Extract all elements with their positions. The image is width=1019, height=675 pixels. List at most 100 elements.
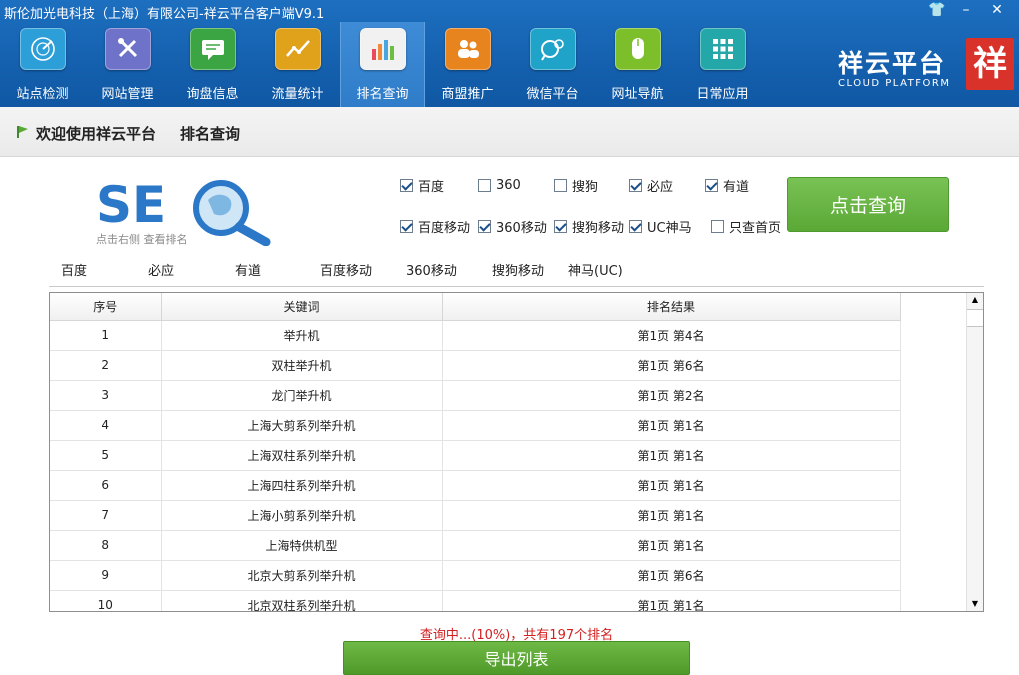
checkbox-label: 有道 — [723, 179, 750, 195]
tab-bing[interactable]: 必应 — [134, 258, 216, 286]
tab-baidu-mobile[interactable]: 百度移动 — [306, 258, 386, 286]
skin-icon[interactable]: 👕 — [926, 2, 948, 20]
checkbox-bing[interactable]: 必应 — [629, 176, 673, 195]
checkbox-label: 360移动 — [496, 220, 547, 236]
window-title: 斯伦加光电科技（上海）有限公司-祥云平台客户端V9.1 — [4, 7, 325, 22]
tab-baidu[interactable]: 百度 — [49, 258, 129, 286]
nav-item-site-manage[interactable]: 网站管理 — [85, 22, 170, 107]
cell-result: 第1页 第1名 — [442, 530, 901, 561]
nav-item-daily-apps[interactable]: 日常应用 — [680, 22, 765, 107]
checkbox-box[interactable] — [478, 219, 491, 233]
checkbox-box[interactable] — [711, 219, 724, 233]
checkbox-sogou[interactable]: 搜狗 — [554, 176, 599, 195]
scroll-thumb[interactable] — [967, 309, 983, 327]
app-header: 斯伦加光电科技（上海）有限公司-祥云平台客户端V9.1 👕 – ✕ 站点检测 网… — [0, 0, 1019, 107]
brand-logo: 祥云平台 CLOUD PLATFORM — [838, 44, 950, 89]
ranking-table: 序号 关键词 排名结果 1 举升机 第1页 第4名 2 双柱举升机 第1页 第6名 3龙… — [49, 292, 984, 612]
brand-english: CLOUD PLATFORM — [838, 78, 951, 89]
cell-keyword: 上海特供机型 — [161, 530, 443, 561]
query-button[interactable]: 点击查询 — [787, 177, 949, 232]
nav-label: 商盟推广 — [441, 87, 494, 102]
checkbox-box[interactable] — [554, 219, 567, 233]
checkbox-360[interactable]: 360 — [478, 176, 521, 194]
checkbox-box[interactable] — [705, 178, 718, 192]
minimize-button[interactable]: – — [955, 2, 977, 20]
tools-icon — [104, 28, 151, 70]
nav-label: 询盘信息 — [186, 87, 239, 102]
cell-index: 9 — [50, 560, 162, 591]
table-row[interactable]: 3 龙门举升机 第1页 第2名 — [50, 380, 901, 411]
checkbox-box[interactable] — [478, 178, 491, 192]
table-header-row: 序号 关键词 排名结果 — [50, 293, 901, 321]
checkbox-box[interactable] — [400, 178, 413, 192]
checkbox-box[interactable] — [400, 219, 413, 233]
cell-result: 第1页 第1名 — [442, 500, 901, 531]
close-button[interactable]: ✕ — [986, 2, 1008, 20]
cell-keyword: 北京大剪系列举升机 — [161, 560, 443, 591]
cell-index: 1 — [50, 320, 162, 351]
table-row[interactable]: 4 上海大剪系列举升机 第1页 第1名 — [50, 410, 901, 441]
checkbox-uc-shenma[interactable]: UC神马 — [629, 217, 692, 236]
table-row[interactable]: 9 北京大剪系列举升机 第1页 第6名 — [50, 560, 901, 591]
checkbox-box[interactable] — [629, 178, 642, 192]
export-button[interactable]: 导出列表 — [343, 641, 690, 675]
cell-result: 第1页 第1名 — [442, 470, 901, 501]
nav-item-traffic[interactable]: 流量统计 — [255, 22, 340, 107]
table-row[interactable]: 10 北京双柱系列举升机 第1页 第1名 — [50, 590, 901, 611]
table-row[interactable]: 8 上海特供机型 第1页 第1名 — [50, 530, 901, 561]
tab-label: 有道 — [235, 264, 262, 279]
nav-item-inquiry[interactable]: 询盘信息 — [170, 22, 255, 107]
cell-keyword: 上海四柱系列举升机 — [161, 470, 443, 501]
radar-icon — [19, 28, 66, 70]
cell-result: 第1页 第4名 — [442, 320, 901, 351]
table-row[interactable]: 2 双柱举升机 第1页 第6名 — [50, 350, 901, 381]
table-row[interactable]: 1 举升机 第1页 第4名 — [50, 320, 901, 351]
table-row[interactable]: 6 上海四柱系列举升机 第1页 第1名 — [50, 470, 901, 501]
header-keyword[interactable]: 关键词 — [161, 293, 443, 321]
cell-result: 第1页 第1名 — [442, 440, 901, 471]
checkbox-box[interactable] — [554, 178, 567, 192]
table-row[interactable]: 5 上海双柱系列举升机 第1页 第1名 — [50, 440, 901, 471]
tab-youdao[interactable]: 有道 — [221, 258, 301, 286]
checkbox-label: UC神马 — [647, 220, 692, 236]
checkbox-youdao[interactable]: 有道 — [705, 176, 750, 195]
scroll-up-icon[interactable]: ▲ — [967, 293, 983, 307]
table-row[interactable]: 7 上海小剪系列举升机 第1页 第1名 — [50, 500, 901, 531]
tab-sogou-mobile[interactable]: 搜狗移动 — [478, 258, 558, 286]
checkbox-first-page-only[interactable]: 只查首页 — [711, 217, 782, 236]
cell-index: 8 — [50, 530, 162, 561]
nav-label: 微信平台 — [526, 87, 579, 102]
cell-keyword: 举升机 — [161, 320, 443, 351]
header-index[interactable]: 序号 — [50, 293, 162, 321]
cell-result: 第1页 第6名 — [442, 560, 901, 591]
checkbox-label: 360 — [496, 177, 521, 193]
nav-label: 网址导航 — [611, 87, 664, 102]
checkbox-360-mobile[interactable]: 360移动 — [478, 217, 547, 236]
cell-result: 第1页 第1名 — [442, 590, 901, 611]
vertical-scrollbar[interactable]: ▲ ▼ — [966, 293, 983, 611]
nav-item-alliance[interactable]: 商盟推广 — [425, 22, 510, 107]
checkbox-baidu-mobile[interactable]: 百度移动 — [400, 217, 471, 236]
tab-360-mobile[interactable]: 360移动 — [392, 258, 472, 286]
welcome-greeting: 欢迎使用祥云平台 — [36, 125, 157, 143]
checkbox-label: 百度移动 — [418, 220, 471, 236]
checkbox-label: 搜狗 — [572, 179, 599, 195]
flag-icon — [17, 126, 28, 138]
checkbox-label: 只查首页 — [729, 220, 782, 236]
brand-seal: 祥 — [966, 38, 1014, 90]
tab-shenma-uc[interactable]: 神马(UC) — [554, 258, 644, 286]
nav-item-wechat[interactable]: 微信平台 — [510, 22, 595, 107]
cell-index: 2 — [50, 350, 162, 381]
checkbox-sogou-mobile[interactable]: 搜狗移动 — [554, 217, 624, 236]
nav-item-site-check[interactable]: 站点检测 — [0, 22, 85, 107]
bar-chart-icon — [359, 28, 406, 70]
nav-item-ranking[interactable]: 排名查询 — [340, 22, 425, 107]
mouse-icon — [614, 28, 661, 70]
nav-item-url-nav[interactable]: 网址导航 — [595, 22, 680, 107]
scroll-down-icon[interactable]: ▼ — [967, 597, 983, 611]
checkbox-box[interactable] — [629, 219, 642, 233]
welcome-bar: 欢迎使用祥云平台 排名查询 — [0, 107, 1019, 157]
checkbox-baidu[interactable]: 百度 — [400, 176, 444, 195]
header-result[interactable]: 排名结果 — [442, 293, 901, 321]
page-title: 排名查询 — [180, 125, 241, 143]
